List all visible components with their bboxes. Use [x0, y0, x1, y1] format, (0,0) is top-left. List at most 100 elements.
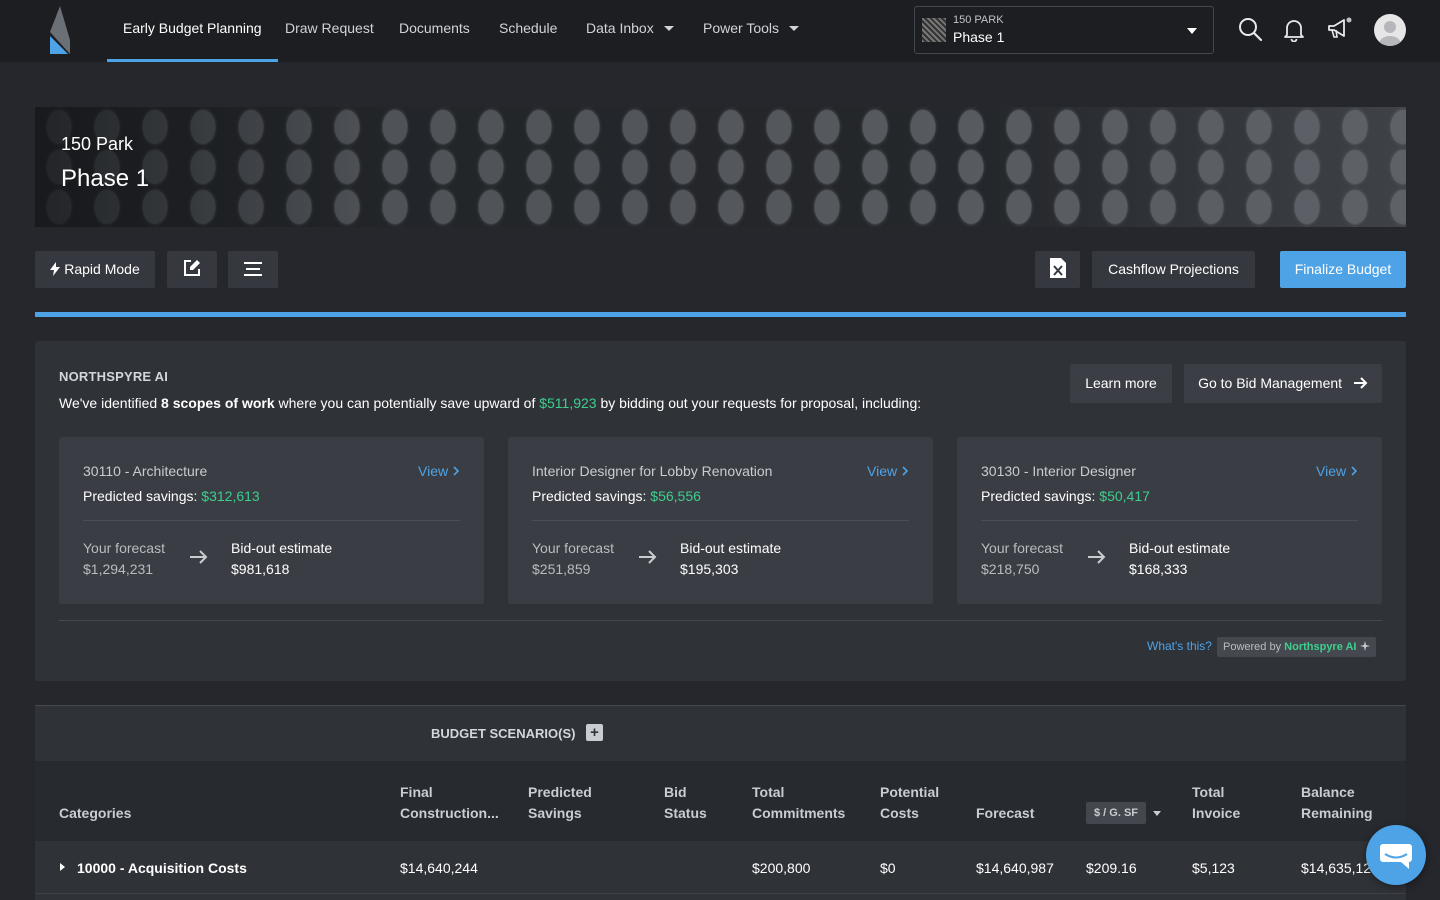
header-line: Total [1192, 784, 1225, 800]
section-divider [35, 312, 1406, 317]
header-line: Costs [880, 805, 919, 821]
northspyre-logo[interactable] [50, 6, 70, 54]
tab-documents[interactable]: Documents [399, 0, 470, 62]
row-balance-remaining: $14,635,12 [1301, 860, 1371, 876]
header-predicted-savings[interactable]: Predicted Savings [528, 782, 592, 824]
edit-button[interactable] [167, 251, 217, 288]
savings-card: Interior Designer for Lobby Renovation V… [508, 437, 933, 604]
ai-heading: NORTHSPYRE AI [59, 369, 169, 384]
tab-data-inbox[interactable]: Data Inbox [586, 0, 674, 62]
chevron-down-icon[interactable] [1153, 811, 1161, 816]
header-line: Bid [664, 784, 687, 800]
card-divider [532, 520, 909, 521]
bolt-icon [50, 262, 61, 276]
add-scenario-button[interactable]: + [586, 724, 603, 741]
header-line: Total [752, 784, 785, 800]
bidout-label: Bid-out estimate [680, 540, 782, 556]
menu-icon [244, 262, 262, 276]
card-view-label: View [1316, 463, 1347, 479]
chevron-down-icon [663, 25, 674, 31]
forecast-value: $218,750 [981, 561, 1040, 577]
card-view-link[interactable]: View [867, 463, 909, 479]
card-title: Interior Designer for Lobby Renovation [532, 463, 773, 479]
banner-project-name: 150 Park [61, 134, 134, 154]
row-final-construction: $14,640,244 [400, 860, 478, 876]
user-icon [1379, 21, 1401, 46]
header-bid-status[interactable]: Bid Status [664, 782, 707, 824]
rapid-mode-button[interactable]: Rapid Mode [35, 251, 155, 288]
header-forecast[interactable]: Forecast [976, 803, 1034, 824]
tab-data-inbox-label: Data Inbox [586, 20, 654, 36]
card-predicted-savings: Predicted savings: $56,556 [532, 488, 701, 504]
go-to-bid-management-button[interactable]: Go to Bid Management [1184, 364, 1382, 403]
savings-value: $312,613 [201, 488, 260, 504]
card-predicted-savings: Predicted savings: $312,613 [83, 488, 260, 504]
header-line: Savings [528, 805, 582, 821]
megaphone-icon[interactable] [1326, 16, 1352, 42]
savings-card: 30110 - Architecture View Predicted savi… [59, 437, 484, 604]
menu-button[interactable] [228, 251, 278, 288]
header-categories[interactable]: Categories [59, 803, 131, 824]
search-icon[interactable] [1237, 16, 1263, 42]
expand-caret-icon[interactable] [60, 863, 65, 871]
export-excel-button[interactable] [1035, 251, 1080, 288]
row-forecast: $14,640,987 [976, 860, 1054, 876]
header-line: Construction... [400, 805, 499, 821]
finalize-budget-button[interactable]: Finalize Budget [1280, 251, 1406, 288]
tab-power-tools[interactable]: Power Tools [703, 0, 800, 62]
budget-table: BUDGET SCENARIO(S) + Categories Final Con… [35, 705, 1406, 900]
arrow-right-icon [1353, 377, 1368, 389]
header-line: Potential [880, 784, 940, 800]
ai-desc-mid: where you can potentially save upward of [274, 395, 540, 411]
project-name: 150 PARK [953, 14, 1004, 26]
header-final-construction[interactable]: Final Construction... [400, 782, 499, 824]
header-line: Status [664, 805, 707, 821]
savings-label: Predicted savings: [83, 488, 202, 504]
bid-management-label: Go to Bid Management [1198, 375, 1343, 391]
excel-icon [1049, 258, 1066, 278]
northspyre-ai-panel: NORTHSPYRE AI We've identified 8 scopes … [35, 341, 1406, 681]
card-predicted-savings: Predicted savings: $50,417 [981, 488, 1150, 504]
avatar[interactable] [1374, 14, 1406, 46]
whats-this-link[interactable]: What's this? [1147, 639, 1212, 653]
header-total-commitments[interactable]: Total Commitments [752, 782, 845, 824]
tab-early-budget-planning[interactable]: Early Budget Planning [107, 0, 278, 62]
bidout-label: Bid-out estimate [231, 540, 333, 556]
bidout-value: $168,333 [1129, 561, 1188, 577]
ai-desc-post: by bidding out your requests for proposa… [596, 395, 922, 411]
ai-description: We've identified 8 scopes of work where … [59, 395, 921, 411]
learn-more-button[interactable]: Learn more [1070, 364, 1172, 403]
bell-icon[interactable] [1281, 16, 1307, 42]
chat-button[interactable] [1366, 825, 1426, 885]
card-title: 30110 - Architecture [83, 463, 208, 479]
card-divider [83, 520, 460, 521]
row-potential-costs: $0 [880, 860, 896, 876]
bidout-value: $195,303 [680, 561, 739, 577]
chevron-down-icon [1187, 28, 1197, 34]
header-line: Commitments [752, 805, 846, 821]
header-total-invoice[interactable]: Total Invoice [1192, 782, 1240, 824]
chevron-right-icon [453, 466, 460, 476]
savings-value: $50,417 [1099, 488, 1150, 504]
header-line: Invoice [1192, 805, 1241, 821]
card-view-link[interactable]: View [1316, 463, 1358, 479]
savings-value: $56,556 [650, 488, 701, 504]
card-view-label: View [418, 463, 449, 479]
row-total-invoice: $5,123 [1192, 860, 1235, 876]
table-row[interactable]: 10000 - Acquisition Costs $14,640,244 $2… [35, 842, 1406, 894]
card-divider [981, 520, 1358, 521]
cashflow-projections-button[interactable]: Cashflow Projections [1092, 251, 1255, 288]
table-header: Categories Final Construction... Predicte… [35, 761, 1406, 841]
tab-draw-request[interactable]: Draw Request [285, 0, 374, 62]
ai-divider [59, 620, 1382, 621]
tab-schedule[interactable]: Schedule [499, 0, 557, 62]
unit-selector[interactable]: $ / G. SF [1086, 802, 1147, 824]
header-potential-costs[interactable]: Potential Costs [880, 782, 939, 824]
row-total-commitments: $200,800 [752, 860, 811, 876]
header-line: Balance [1301, 784, 1355, 800]
rapid-mode-label: Rapid Mode [64, 261, 140, 277]
project-selector[interactable]: 150 PARK Phase 1 [914, 6, 1214, 54]
card-view-link[interactable]: View [418, 463, 460, 479]
bidout-value: $981,618 [231, 561, 290, 577]
header-balance-remaining[interactable]: Balance Remaining [1301, 782, 1373, 824]
